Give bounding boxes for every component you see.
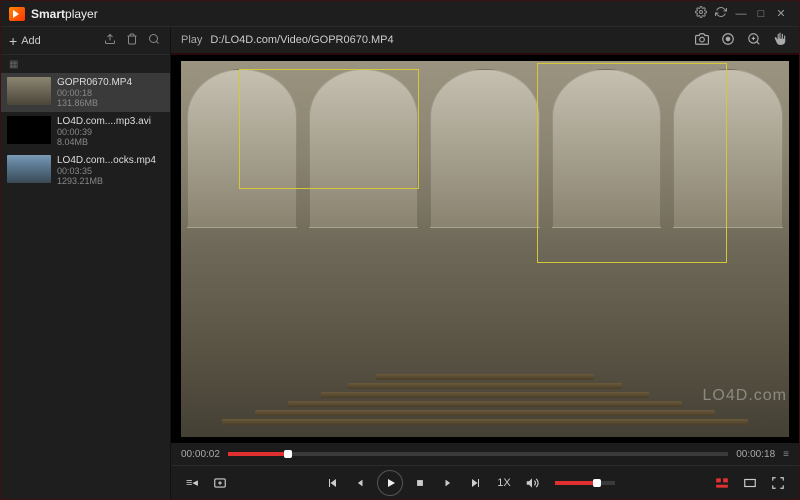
step-forward-icon[interactable] — [465, 472, 487, 494]
watermark: LO4D.com — [703, 387, 787, 405]
item-duration: 00:00:39 — [57, 127, 151, 137]
sidebar-view-row: ▦ — [1, 55, 170, 73]
stop-button[interactable] — [409, 472, 431, 494]
record-icon[interactable] — [719, 32, 737, 49]
item-size: 1293.21MB — [57, 176, 156, 186]
minimize-icon[interactable]: — — [731, 8, 751, 20]
item-duration: 00:00:18 — [57, 88, 132, 98]
fullscreen-icon[interactable] — [767, 472, 789, 494]
video-toolbar: Play D:/LO4D.com/Video/GOPR0670.MP4 — [171, 27, 799, 55]
playlist-sidebar: + Add ▦ — [1, 27, 171, 499]
volume-thumb[interactable] — [593, 479, 601, 487]
thumbnail — [7, 116, 51, 144]
thumbnail — [7, 155, 51, 183]
item-name: LO4D.com...ocks.mp4 — [57, 155, 156, 166]
frame-back-icon[interactable] — [349, 472, 371, 494]
split-view-icon[interactable] — [711, 472, 733, 494]
settings-gear-icon[interactable] — [691, 6, 711, 21]
volume-fill — [555, 481, 597, 485]
seek-thumb[interactable] — [284, 450, 292, 458]
item-name: LO4D.com....mp3.avi — [57, 116, 151, 127]
file-path: D:/LO4D.com/Video/GOPR0670.MP4 — [210, 34, 393, 46]
plus-icon: + — [9, 33, 17, 49]
zoom-source-rectangle[interactable] — [239, 69, 419, 189]
maximize-icon[interactable]: □ — [751, 8, 771, 20]
item-size: 131.86MB — [57, 98, 132, 108]
progress-row: 00:00:02 00:00:18 ≡ — [171, 443, 799, 465]
step-back-icon[interactable] — [321, 472, 343, 494]
delete-icon[interactable] — [124, 33, 140, 48]
app-title: Smartplayer — [31, 7, 98, 21]
playlist-item[interactable]: GOPR0670.MP4 00:00:18 131.86MB — [1, 73, 170, 112]
item-duration: 00:03:35 — [57, 166, 156, 176]
total-time: 00:00:18 — [736, 449, 775, 460]
thumbnail — [7, 77, 51, 105]
current-time: 00:00:02 — [181, 449, 220, 460]
video-area: Play D:/LO4D.com/Video/GOPR0670.MP4 — [171, 27, 799, 499]
playback-speed[interactable]: 1X — [497, 477, 510, 489]
play-label: Play — [181, 34, 202, 46]
video-viewport[interactable]: LO4D.com — [171, 55, 799, 443]
search-icon[interactable] — [146, 33, 162, 48]
volume-icon[interactable] — [521, 472, 543, 494]
refresh-icon[interactable] — [711, 6, 731, 21]
add-label: Add — [21, 35, 41, 47]
item-size: 8.04MB — [57, 137, 151, 147]
hand-icon[interactable] — [771, 32, 789, 49]
close-icon[interactable]: ✕ — [771, 7, 791, 20]
prev-file-icon[interactable]: ≡◂ — [181, 472, 203, 494]
import-icon[interactable] — [102, 33, 118, 48]
seek-bar[interactable] — [228, 452, 728, 456]
zoom-icon[interactable] — [745, 32, 763, 49]
grid-view-icon[interactable]: ▦ — [9, 59, 18, 70]
add-clip-icon[interactable] — [209, 472, 231, 494]
sidebar-toolbar: + Add — [1, 27, 170, 55]
playlist-toggle-icon[interactable]: ≡ — [783, 449, 789, 460]
item-name: GOPR0670.MP4 — [57, 77, 132, 88]
control-bar: ≡◂ — [171, 465, 799, 499]
app-logo-icon — [9, 7, 25, 21]
seek-fill — [228, 452, 288, 456]
video-frame — [181, 61, 789, 437]
title-bar: Smartplayer — □ ✕ — [1, 1, 799, 27]
volume-slider[interactable] — [555, 481, 615, 485]
zoom-preview-rectangle[interactable] — [537, 63, 727, 263]
play-button[interactable] — [377, 470, 403, 496]
playlist-item[interactable]: LO4D.com...ocks.mp4 00:03:35 1293.21MB — [1, 151, 170, 190]
frame-forward-icon[interactable] — [437, 472, 459, 494]
aspect-icon[interactable] — [739, 472, 761, 494]
playlist-item[interactable]: LO4D.com....mp3.avi 00:00:39 8.04MB — [1, 112, 170, 151]
snapshot-icon[interactable] — [693, 32, 711, 49]
playlist: GOPR0670.MP4 00:00:18 131.86MB LO4D.com.… — [1, 73, 170, 499]
add-button[interactable]: + Add — [9, 33, 41, 49]
